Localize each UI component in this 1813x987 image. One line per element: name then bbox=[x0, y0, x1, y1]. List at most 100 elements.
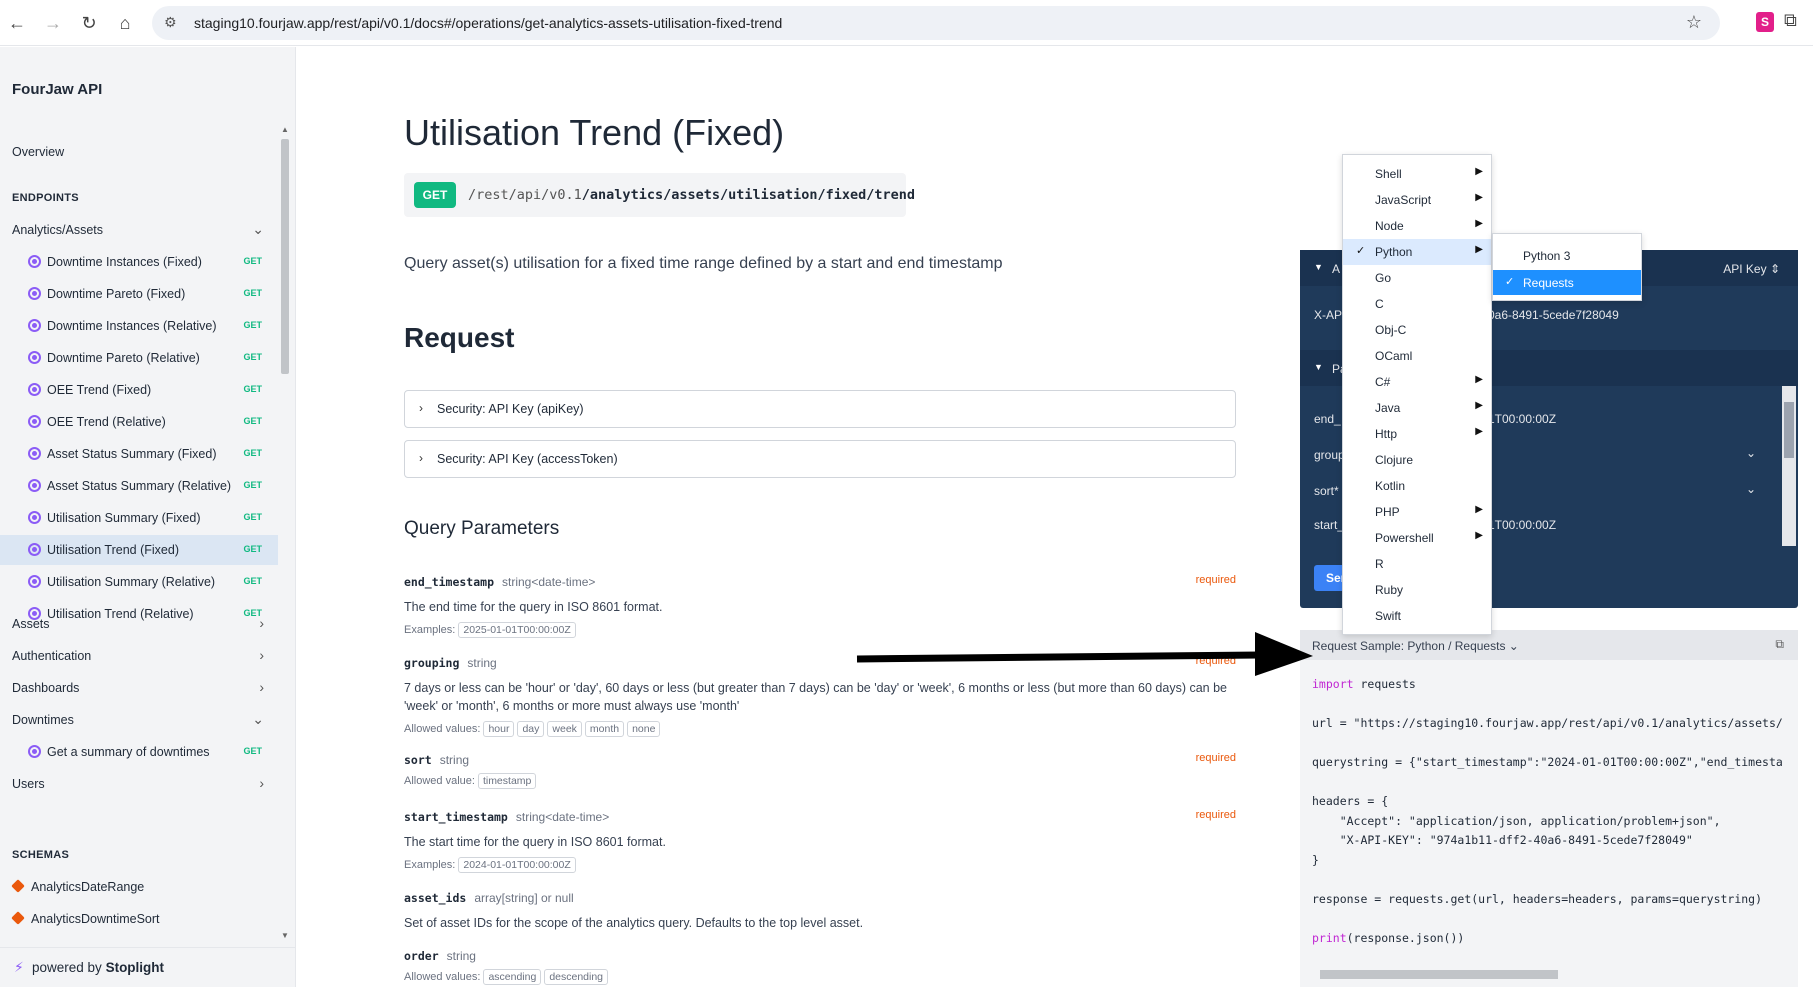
sidebar-endpoint-item[interactable]: Utilisation Trend (Relative) GET bbox=[0, 599, 278, 629]
sidebar-scrollbar-thumb[interactable] bbox=[281, 139, 289, 374]
language-menu-item[interactable]: Go bbox=[1343, 265, 1491, 291]
try-param-input[interactable]: 1T00:00:00Z bbox=[1488, 412, 1556, 426]
language-menu-item[interactable]: Java ▶ bbox=[1343, 395, 1491, 421]
request-sample-language-selector[interactable]: Request Sample: Python / Requests ⌄ bbox=[1312, 639, 1519, 653]
sidebar-schema-item[interactable]: AnalyticsDateRange bbox=[0, 872, 278, 902]
language-menu-item[interactable]: Obj-C bbox=[1343, 317, 1491, 343]
param-name: end_timestamp bbox=[404, 575, 495, 589]
language-menu-item[interactable]: C bbox=[1343, 291, 1491, 317]
language-menu-item-label: Go bbox=[1375, 271, 1392, 285]
method-badge: GET bbox=[243, 448, 262, 458]
extension-icon[interactable]: S bbox=[1756, 12, 1774, 32]
language-menu-item[interactable]: OCaml bbox=[1343, 343, 1491, 369]
site-settings-icon[interactable]: ⚙ bbox=[164, 14, 182, 32]
code-line: querystring = {"start_timestamp":"2024-0… bbox=[1312, 755, 1783, 769]
endpoint-bar: GET /rest/api/v0.1/analytics/assets/util… bbox=[404, 173, 915, 217]
method-badge: GET bbox=[243, 480, 262, 490]
sidebar-endpoint-item[interactable]: Utilisation Trend (Fixed) GET bbox=[0, 535, 278, 565]
submenu-item-label: Requests bbox=[1523, 276, 1574, 290]
chevron-right-icon: › bbox=[259, 647, 264, 663]
home-icon[interactable]: ⌂ bbox=[114, 12, 136, 34]
language-menu-item[interactable]: Http ▶ bbox=[1343, 421, 1491, 447]
browser-toolbar: ← → ↻ ⌂ ⚙ staging10.fourjaw.app/rest/api… bbox=[0, 0, 1813, 46]
api-key-selector[interactable]: API Key ⇕ bbox=[1723, 262, 1780, 276]
meta-label: Allowed value: bbox=[404, 775, 475, 787]
reload-icon[interactable]: ↻ bbox=[78, 12, 100, 34]
submenu-item-python3[interactable]: Python 3 bbox=[1493, 243, 1641, 268]
try-panel-scrollbar-thumb[interactable] bbox=[1784, 402, 1794, 458]
allowed-value-chip: hour bbox=[483, 721, 515, 737]
method-badge: GET bbox=[243, 352, 262, 362]
endpoint-icon bbox=[28, 575, 41, 588]
sidebar-item-downtimes-summary[interactable]: Get a summary of downtimes GET bbox=[0, 737, 278, 767]
sidebar-endpoint-item[interactable]: Utilisation Summary (Relative) GET bbox=[0, 567, 278, 597]
language-menu-item-label: Kotlin bbox=[1375, 479, 1406, 493]
bookmark-star-icon[interactable]: ☆ bbox=[1686, 12, 1702, 33]
param-type: string<date-time> bbox=[502, 575, 596, 589]
sidebar-group-downtimes[interactable]: Downtimes ⌄ bbox=[0, 705, 278, 735]
sidebar-group-analytics-assets[interactable]: Analytics/Assets ⌄ bbox=[0, 215, 278, 245]
code-scrollbar-thumb[interactable] bbox=[1320, 970, 1558, 979]
language-menu-item[interactable]: Swift bbox=[1343, 603, 1491, 629]
method-badge: GET bbox=[243, 576, 262, 586]
sidebar-endpoint-item[interactable]: OEE Trend (Relative) GET bbox=[0, 407, 278, 437]
language-menu-item[interactable]: PHP ▶ bbox=[1343, 499, 1491, 525]
sidebar-endpoint-item[interactable]: Downtime Instances (Relative) GET bbox=[0, 311, 278, 341]
request-sample-label: Request Sample: Python / Requests bbox=[1312, 639, 1506, 653]
language-menu-item[interactable]: ✓ Python ▶ bbox=[1343, 239, 1491, 265]
address-bar[interactable]: ⚙ staging10.fourjaw.app/rest/api/v0.1/do… bbox=[152, 6, 1720, 40]
sidebar-group-authentication[interactable]: Authentication › bbox=[0, 641, 278, 671]
endpoint-icon bbox=[28, 511, 41, 524]
chevron-down-icon[interactable]: ⌄ bbox=[1746, 446, 1756, 460]
language-menu-item-label: Ruby bbox=[1375, 583, 1404, 597]
sidebar-title[interactable]: FourJaw API bbox=[12, 81, 102, 98]
language-menu-item[interactable]: JavaScript ▶ bbox=[1343, 187, 1491, 213]
sidebar-endpoint-item[interactable]: Asset Status Summary (Fixed) GET bbox=[0, 439, 278, 469]
sidebar-schema-item[interactable]: AnalyticsDowntimeSort bbox=[0, 904, 278, 934]
language-menu-item[interactable]: Clojure bbox=[1343, 447, 1491, 473]
chevron-right-icon: › bbox=[259, 679, 264, 695]
submenu-item-requests[interactable]: ✓ Requests bbox=[1493, 270, 1641, 295]
forward-icon[interactable]: → bbox=[42, 12, 64, 34]
chevron-down-icon: ⌄ bbox=[252, 221, 264, 237]
url-text[interactable]: staging10.fourjaw.app/rest/api/v0.1/docs… bbox=[194, 15, 782, 31]
back-icon[interactable]: ← bbox=[6, 12, 28, 34]
sidebar-group-dashboards[interactable]: Dashboards › bbox=[0, 673, 278, 703]
language-menu-item[interactable]: C# ▶ bbox=[1343, 369, 1491, 395]
security-accesstoken-panel[interactable]: › Security: API Key (accessToken) bbox=[404, 440, 1236, 478]
schemas-heading: SCHEMAS bbox=[12, 849, 70, 861]
scroll-down-arrow-icon[interactable]: ▼ bbox=[281, 931, 289, 940]
allowed-value-chip: week bbox=[547, 721, 582, 737]
sidebar-endpoint-item[interactable]: Downtime Instances (Fixed) GET bbox=[0, 247, 278, 277]
powered-by-footer[interactable]: ⚡ powered by Stoplight bbox=[0, 947, 295, 987]
request-heading: Request bbox=[404, 322, 515, 353]
stoplight-bolt-icon: ⚡ bbox=[14, 959, 24, 975]
language-menu-item[interactable]: Ruby bbox=[1343, 577, 1491, 603]
param-name: asset_ids bbox=[404, 891, 467, 905]
extensions-puzzle-icon[interactable]: ⧉ bbox=[1784, 10, 1797, 31]
security-apikey-panel[interactable]: › Security: API Key (apiKey) bbox=[404, 390, 1236, 428]
sidebar-endpoint-item[interactable]: Utilisation Summary (Fixed) GET bbox=[0, 503, 278, 533]
code-line: requests bbox=[1353, 677, 1416, 691]
scroll-up-arrow-icon[interactable]: ▲ bbox=[281, 125, 289, 134]
powered-prefix: powered by bbox=[32, 960, 102, 975]
chevron-down-icon[interactable]: ⌄ bbox=[1746, 482, 1756, 496]
submenu-arrow-icon: ▶ bbox=[1475, 218, 1483, 229]
x-api-key-input[interactable]: 0a6-8491-5cede7f28049 bbox=[1488, 308, 1619, 322]
language-menu-item[interactable]: R bbox=[1343, 551, 1491, 577]
sidebar-item-label: Utilisation Summary (Fixed) bbox=[47, 511, 201, 525]
sidebar-endpoint-item[interactable]: Asset Status Summary (Relative) GET bbox=[0, 471, 278, 501]
sidebar-group-users[interactable]: Users › bbox=[0, 769, 278, 799]
meta-label: Allowed values: bbox=[404, 723, 481, 735]
language-menu-item[interactable]: Powershell ▶ bbox=[1343, 525, 1491, 551]
language-menu-item[interactable]: Shell ▶ bbox=[1343, 161, 1491, 187]
sidebar-endpoint-item[interactable]: Downtime Pareto (Relative) GET bbox=[0, 343, 278, 373]
try-param-input[interactable]: 1T00:00:00Z bbox=[1488, 518, 1556, 532]
copy-icon[interactable]: ⧉ bbox=[1775, 637, 1784, 652]
sidebar-item-label: Downtime Pareto (Relative) bbox=[47, 351, 200, 365]
language-menu-item[interactable]: Node ▶ bbox=[1343, 213, 1491, 239]
sidebar-endpoint-item[interactable]: OEE Trend (Fixed) GET bbox=[0, 375, 278, 405]
sidebar-item-overview[interactable]: Overview bbox=[0, 137, 278, 167]
language-menu-item[interactable]: Kotlin bbox=[1343, 473, 1491, 499]
sidebar-endpoint-item[interactable]: Downtime Pareto (Fixed) GET bbox=[0, 279, 278, 309]
